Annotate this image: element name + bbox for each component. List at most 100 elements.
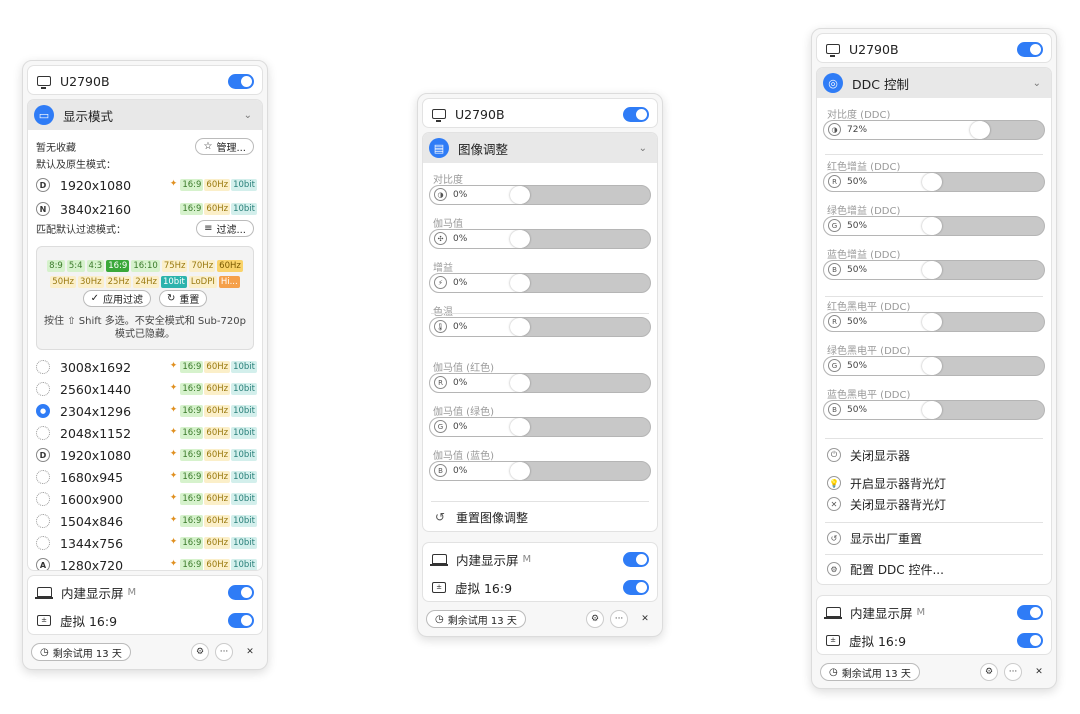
slider[interactable]: B 50% [823,400,1045,420]
filter-chip[interactable]: 50Hz [50,276,76,288]
more-icon[interactable]: ··· [610,610,628,628]
monitor-row[interactable]: U2790B [816,33,1052,63]
settings-icon[interactable]: ⚙ [586,610,604,628]
settings-icon[interactable]: ⚙ [980,663,998,681]
close-icon[interactable]: ✕ [636,610,654,628]
builtin-display-row[interactable]: 内建显示屏 M [817,598,1051,626]
virtual-toggle[interactable] [1017,632,1043,648]
mode-row[interactable]: 1344x756 ✦ 16:9 60Hz 10bit [28,532,262,554]
native-mode-row[interactable]: D 1920x1080 ✦ 16:9 60Hz 10bit [28,174,262,196]
virtual-display-row[interactable]: ± 虚拟 16:9 [423,573,657,601]
monitor-row[interactable]: U2790B [27,65,263,95]
virtual-toggle[interactable] [228,612,254,628]
mode-tag: 10bit [231,515,257,527]
slider-knob[interactable] [510,418,531,436]
ddc-menu-item[interactable]: ⏻ 关闭显示器 [817,444,1051,466]
slider[interactable]: 🌡 0% [429,317,651,337]
image-adjust-header[interactable]: ▤ 图像调整 ⌄ [423,133,657,163]
filter-chip[interactable]: 30Hz [77,276,104,288]
slider[interactable]: ⚡ 0% [429,273,651,293]
slider-icon: R [434,376,447,389]
close-icon[interactable]: ✕ [241,643,259,661]
slider-knob[interactable] [510,230,531,248]
ddc-header[interactable]: ◎ DDC 控制 ⌄ [817,68,1051,98]
mode-radio-icon [36,536,50,550]
virtual-display-row[interactable]: ± 虚拟 16:9 [817,626,1051,654]
virtual-display-row[interactable]: ± 虚拟 16:9 [28,606,262,634]
mode-row[interactable]: ● 2304x1296 ✦ 16:9 60Hz 10bit [28,400,262,422]
slider-knob[interactable] [922,217,942,235]
slider-knob[interactable] [510,186,531,204]
slider-knob[interactable] [922,313,942,331]
display-mode-header[interactable]: ▭ 显示模式 ⌄ [28,100,262,130]
slider[interactable]: G 50% [823,216,1045,236]
builtin-toggle[interactable] [228,584,254,600]
m-badge: M [916,606,926,618]
monitor-toggle[interactable] [228,73,254,89]
native-mode-row[interactable]: N 3840x2160 16:9 60Hz 10bit [28,198,262,220]
settings-icon[interactable]: ⚙ [191,643,209,661]
slider[interactable]: B 50% [823,260,1045,280]
mode-row[interactable]: 1680x945 ✦ 16:9 60Hz 10bit [28,466,262,488]
slider-knob[interactable] [970,121,991,139]
slider-knob[interactable] [922,401,942,419]
slider[interactable]: ◑ 0% [429,185,651,205]
slider-knob[interactable] [510,374,531,392]
filter-button[interactable]: ≡ 过滤... [196,220,254,237]
mode-row[interactable]: 2560x1440 ✦ 16:9 60Hz 10bit [28,378,262,400]
close-icon[interactable]: ✕ [1030,663,1048,681]
slider[interactable]: R 50% [823,172,1045,192]
filter-chip[interactable]: LoDPI [188,276,217,288]
monitor-toggle[interactable] [1017,41,1043,57]
monitor-name: U2790B [455,106,505,122]
slider-knob[interactable] [922,173,942,191]
slider[interactable]: G 50% [823,356,1045,376]
slider[interactable]: ◑ 72% [823,120,1045,140]
virtual-toggle[interactable] [623,579,649,595]
mode-row[interactable]: 2048x1152 ✦ 16:9 60Hz 10bit [28,422,262,444]
trial-button[interactable]: ◷ 剩余试用 13 天 [426,610,526,628]
slider-knob[interactable] [922,357,942,375]
builtin-display-row[interactable]: 内建显示屏 M [423,545,657,573]
mode-row[interactable]: 3008x1692 ✦ 16:9 60Hz 10bit [28,356,262,378]
slider[interactable]: G 0% [429,417,651,437]
mode-tag: 60Hz [204,203,231,215]
reset-image-adjust-item[interactable]: ↺ 重置图像调整 [423,506,657,528]
mode-row[interactable]: D 1920x1080 ✦ 16:9 60Hz 10bit [28,444,262,466]
filter-chip[interactable]: Hi... [218,276,240,288]
ddc-menu-item[interactable]: 💡 开启显示器背光灯 [817,472,1051,494]
trial-button[interactable]: ◷ 剩余试用 13 天 [820,663,920,681]
footer: ◷ 剩余试用 13 天 ⚙ ··· ✕ [812,659,1056,685]
mode-row[interactable]: 1504x846 ✦ 16:9 60Hz 10bit [28,510,262,532]
slider-knob[interactable] [922,261,942,279]
filter-chip[interactable]: 25Hz [105,276,132,288]
slider-inner: ◑ 0% [434,188,467,201]
slider[interactable]: R 50% [823,312,1045,332]
slider-knob[interactable] [510,462,531,480]
slider[interactable]: ✣ 0% [429,229,651,249]
slider-knob[interactable] [510,274,531,292]
monitor-toggle[interactable] [623,106,649,122]
reset-button[interactable]: ↻ 重置 [159,290,208,307]
monitor-row[interactable]: U2790B [422,98,658,128]
slider-knob[interactable] [510,318,531,336]
more-icon[interactable]: ··· [215,643,233,661]
manage-button[interactable]: ☆ 管理... [195,138,254,155]
default-modes-label: 默认及原生模式： [36,160,116,171]
apply-filter-button[interactable]: ✓ 应用过滤 [82,290,151,307]
ddc-menu-item[interactable]: ⚙ 配置 DDC 控件... [817,558,1051,580]
ddc-menu-item[interactable]: ✕ 关闭显示器背光灯 [817,493,1051,515]
mode-row[interactable]: A 1280x720 ✦ 16:9 60Hz 10bit [28,554,262,570]
builtin-display-row[interactable]: 内建显示屏 M [28,578,262,606]
slider[interactable]: R 0% [429,373,651,393]
builtin-toggle[interactable] [623,551,649,567]
slider-inner: ⚡ 0% [434,276,467,289]
filter-chip[interactable]: 24Hz [133,276,159,288]
filter-chip[interactable]: 10bit [160,276,187,288]
slider[interactable]: B 0% [429,461,651,481]
ddc-menu-item[interactable]: ↺ 显示出厂重置 [817,527,1051,549]
mode-row[interactable]: 1600x900 ✦ 16:9 60Hz 10bit [28,488,262,510]
builtin-toggle[interactable] [1017,604,1043,620]
more-icon[interactable]: ··· [1004,663,1022,681]
trial-button[interactable]: ◷ 剩余试用 13 天 [31,643,131,661]
